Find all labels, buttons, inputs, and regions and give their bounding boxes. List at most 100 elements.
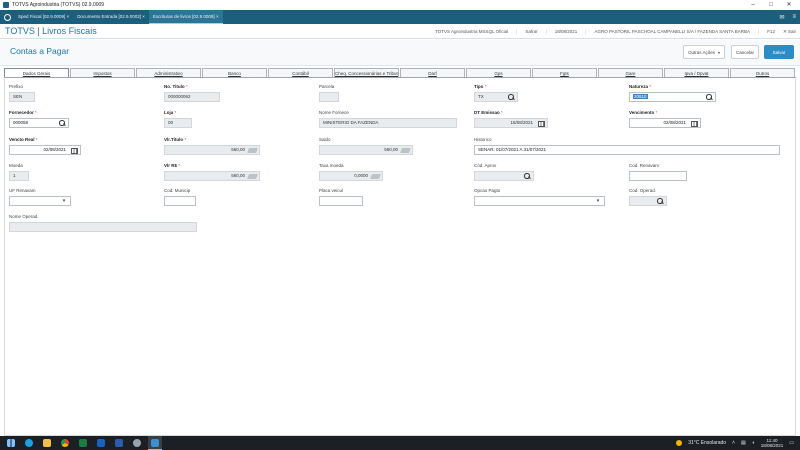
calculator-icon[interactable] — [400, 148, 411, 153]
loja-input[interactable]: 00 — [164, 118, 192, 128]
home-icon — [3, 13, 11, 21]
module-tab-sped[interactable]: Sped Fiscal [02.9.0009] × — [14, 10, 73, 24]
cod-operad-input[interactable] — [629, 196, 667, 206]
dt-emissao-input[interactable]: 18/08/2021 — [474, 118, 548, 128]
prefixo-input[interactable]: SEN — [9, 92, 35, 102]
tab-fgts[interactable]: Fgts — [532, 68, 597, 77]
close-tab-icon[interactable]: × — [216, 14, 219, 19]
f12-shortcut[interactable]: F12 — [767, 29, 775, 34]
field-label: Tipo * — [474, 84, 487, 89]
taskbar-app-outlook[interactable] — [94, 436, 108, 450]
search-icon[interactable] — [656, 198, 664, 205]
tab-impostos[interactable]: Impostos — [70, 68, 135, 77]
tab-administrativo[interactable]: Administrativo — [136, 68, 201, 77]
taskbar-app-excel[interactable] — [76, 436, 90, 450]
tab-ipva-dpvat[interactable]: Ipva / Dpvat — [664, 68, 729, 77]
exit-link[interactable]: ✕ Sair — [783, 29, 796, 35]
cod-aprov-input[interactable] — [474, 171, 534, 181]
vencimento-value: 02/08/2021 — [663, 120, 686, 125]
calendar-icon[interactable] — [691, 120, 698, 127]
cod-renavam-input[interactable] — [629, 171, 687, 181]
taskbar-app-skype[interactable] — [22, 436, 36, 450]
nome-operad-input[interactable] — [9, 222, 197, 232]
weather-text[interactable]: 31°C Ensolarado — [688, 440, 726, 446]
uf-renavam-select[interactable]: ▾ — [9, 196, 71, 206]
field-taxa-moeda: Taxa moeda 0,0000 — [319, 163, 383, 181]
save-button[interactable]: Salvar — [764, 45, 794, 59]
taskbar-app-files[interactable] — [40, 436, 54, 450]
natureza-input[interactable]: 20810 — [629, 92, 716, 102]
tab-cheq-concessionarias[interactable]: Cheq. Concessionárias e Tributo — [334, 68, 399, 77]
taskbar-app-word[interactable] — [112, 436, 126, 450]
parcela-input[interactable] — [319, 92, 339, 102]
taxa-moeda-value: 0,0000 — [354, 173, 368, 178]
moeda-input[interactable]: 1 — [9, 171, 29, 181]
no-titulo-input[interactable]: 000000062 — [164, 92, 220, 102]
placa-veicul-input[interactable] — [319, 196, 363, 206]
tab-darf[interactable]: Darf — [400, 68, 465, 77]
taxa-moeda-input[interactable]: 0,0000 — [319, 171, 383, 181]
calculator-icon[interactable] — [247, 148, 258, 153]
module-tab-label: Documento Entrada [02.9.0002] — [77, 14, 141, 19]
historico-input[interactable]: SENAR: 01/07/2021 A 31/07/2021 — [474, 145, 780, 155]
vencimento-input[interactable]: 02/08/2021 — [629, 118, 701, 128]
close-tab-icon[interactable]: × — [142, 14, 145, 19]
module-tab-documento[interactable]: Documento Entrada [02.9.0002] × — [73, 10, 149, 24]
opcao-pagto-select[interactable]: ▾ — [474, 196, 605, 206]
notifications-icon[interactable]: ▭ — [789, 440, 794, 446]
search-icon[interactable] — [523, 173, 531, 180]
calculator-icon[interactable] — [247, 174, 258, 179]
field-label: No. Titulo * — [164, 84, 188, 89]
app-header: TOTVS | Livros Fiscais TOTVS Agroindustr… — [0, 24, 800, 39]
field-fornecedor: Fornecedor * 000058 — [9, 110, 69, 128]
calendar-icon[interactable] — [538, 120, 545, 127]
taskbar-app-totvs[interactable] — [148, 436, 162, 450]
tab-contabil[interactable]: Contábil — [268, 68, 333, 77]
field-saldo: Saldo 560,00 — [319, 137, 413, 155]
tray-chevron-up-icon[interactable]: ˄ — [732, 440, 735, 446]
home-button[interactable] — [0, 10, 14, 24]
taskbar-app-tool[interactable] — [130, 436, 144, 450]
calculator-icon[interactable] — [370, 174, 381, 179]
tab-banco[interactable]: Banco — [202, 68, 267, 77]
fornecedor-input[interactable]: 000058 — [9, 118, 69, 128]
close-window-button[interactable]: ✕ — [780, 0, 798, 10]
maximize-button[interactable]: □ — [762, 0, 780, 10]
network-icon[interactable]: ▤ — [741, 440, 746, 446]
tipo-value: TX — [478, 94, 484, 99]
tab-gare[interactable]: Gare — [598, 68, 663, 77]
minimize-button[interactable]: – — [744, 0, 762, 10]
natureza-value: 20810 — [633, 94, 648, 99]
tab-outros[interactable]: Outros — [730, 68, 795, 77]
vlr-rs-input[interactable]: 560,00 — [164, 171, 260, 181]
field-nome-fornece: Nome Fornece MINISTERIO DA FAZENDA — [319, 110, 457, 128]
saldo-input[interactable]: 560,00 — [319, 145, 413, 155]
chevron-down-icon[interactable]: ▾ — [60, 198, 68, 205]
search-icon[interactable] — [507, 94, 515, 101]
volume-icon[interactable]: ◖ — [752, 440, 755, 446]
module-tab-escrituras[interactable]: Escrituras de livros [02.9.0009] × — [148, 10, 223, 24]
field-label: UF Renavam — [9, 188, 36, 193]
taskbar-app-chrome[interactable] — [58, 436, 72, 450]
field-label: Vencimento * — [629, 110, 658, 115]
search-icon[interactable] — [705, 94, 713, 101]
nome-fornece-input[interactable]: MINISTERIO DA FAZENDA — [319, 118, 457, 128]
vlr-titulo-input[interactable]: 560,00 — [164, 145, 260, 155]
vlr-rs-value: 560,00 — [231, 173, 245, 178]
tipo-input[interactable]: TX — [474, 92, 518, 102]
search-icon[interactable] — [58, 120, 66, 127]
vencto-real-input[interactable]: 02/08/2021 — [9, 145, 81, 155]
calendar-icon[interactable] — [71, 147, 78, 154]
menu-icon[interactable]: ≡ — [792, 14, 796, 20]
tab-gps[interactable]: Gps — [466, 68, 531, 77]
close-tab-icon[interactable]: × — [67, 14, 70, 19]
clock[interactable]: 11:40 18/08/2021 — [761, 438, 784, 449]
cod-municip-input[interactable] — [164, 196, 196, 206]
chevron-down-icon[interactable]: ▾ — [594, 198, 602, 205]
user-name: Safrar — [525, 29, 538, 34]
tab-dados-gerais[interactable]: Dados Gerais — [4, 68, 69, 77]
start-button[interactable] — [4, 436, 18, 450]
other-actions-button[interactable]: Outras Ações ▾ — [683, 45, 725, 59]
mail-icon[interactable]: ✉ — [779, 14, 784, 21]
cancel-button[interactable]: Cancelar — [731, 45, 759, 59]
